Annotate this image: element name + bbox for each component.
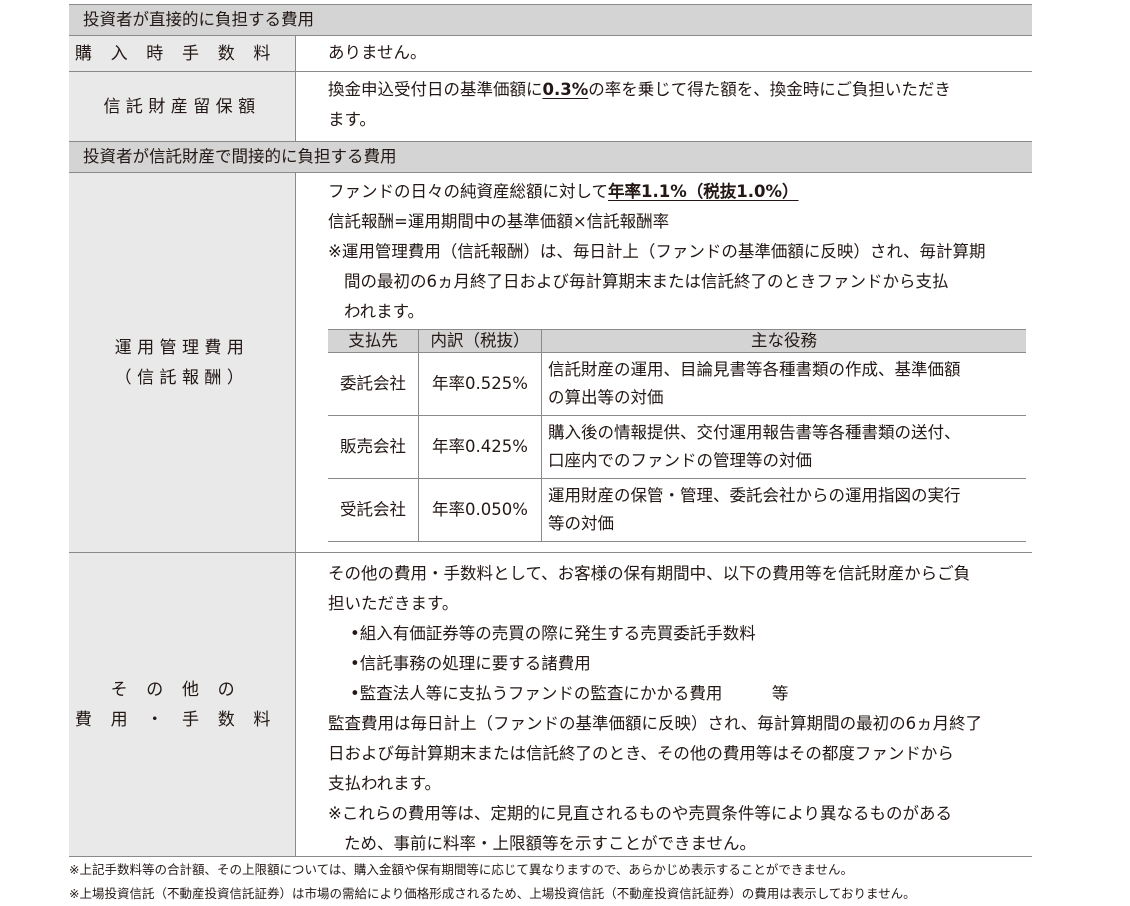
rate-cell: 年率0.050%	[418, 478, 542, 542]
row-other-fees: その他の 費用・手数料 その他の費用・手数料として、お客様の保有期間中、以下の費用…	[69, 553, 1032, 857]
label-other-fees: その他の 費用・手数料	[69, 553, 296, 856]
section-header-indirect: 投資者が信託財産で間接的に負担する費用	[69, 142, 1032, 173]
text-line: 監査費用は毎日計上（ファンドの基準価額に反映）され、毎計算期間の最初の6ヵ月終了	[328, 714, 983, 733]
label-management-fee: 運用管理費用 （信託報酬）	[69, 173, 296, 552]
note-line: ※運用管理費用（信託報酬）は、毎日計上（ファンドの基準価額に反映）され、毎計算期	[328, 242, 986, 261]
payee-cell: 委託会社	[328, 352, 419, 416]
fee-breakdown-table: 支払先 内訳（税抜） 主な役務 委託会社 年率0.525% 信託財産の運用、目論…	[328, 329, 1026, 542]
text-line: 支払われます。	[328, 774, 442, 793]
col-header-role: 主な役務	[541, 329, 1026, 353]
value-other-fees: その他の費用・手数料として、お客様の保有期間中、以下の費用等を信託財産からご負 …	[296, 553, 1032, 856]
list-item: •監査法人等に支払うファンドの監査にかかる費用 等	[350, 684, 789, 703]
text-line: 信託報酬=運用期間中の基準価額×信託報酬率	[328, 212, 670, 231]
text-line: 担いただきます。	[328, 594, 459, 613]
note-line: ※これらの費用等は、定期的に見直されるものや売買条件等により異なるものがある	[328, 804, 952, 823]
reserve-rate: 0.3%	[542, 80, 589, 99]
table-row: 受託会社 年率0.050% 運用財産の保管・管理、委託会社からの運用指図の実行等…	[328, 478, 1026, 542]
payee-cell: 受託会社	[328, 478, 419, 542]
note-line: ため、事前に料率・上限額等を示すことができません。	[344, 834, 757, 853]
row-management-fee: 運用管理費用 （信託報酬） ファンドの日々の純資産総額に対して年率1.1%（税抜1…	[69, 173, 1032, 553]
footnote: ※上記手数料等の合計額、その上限額については、購入金額や保有期間等に応じて異なり…	[69, 862, 853, 877]
row-trust-reserve: 信託財産留保額 換金申込受付日の基準価額に0.3%の率を乗じて得た額を、換金時に…	[69, 72, 1032, 142]
table-row: 委託会社 年率0.525% 信託財産の運用、目論見書等各種書類の作成、基準価額の…	[328, 352, 1026, 416]
role-cell: 運用財産の保管・管理、委託会社からの運用指図の実行 等の対価	[541, 478, 1026, 542]
text-line: ます。	[328, 110, 376, 129]
col-header-rate: 内訳（税抜）	[418, 329, 542, 353]
list-item: •組入有価証券等の売買の際に発生する売買委託手数料	[350, 624, 756, 643]
role-cell: 信託財産の運用、目論見書等各種書類の作成、基準価額 の算出等の対価	[541, 352, 1026, 416]
text-line: 換金申込受付日の基準価額に0.3%の率を乗じて得た額を、換金時にご負担いただき	[328, 80, 951, 99]
value-management-fee: ファンドの日々の純資産総額に対して年率1.1%（税抜1.0%） 信託報酬=運用期…	[296, 173, 1032, 552]
label-purchase-fee: 購入時手数料	[69, 36, 296, 71]
footnote: ※上場投資信託（不動産投資信託証券）は市場の需給により価格形成されるため、上場投…	[69, 886, 916, 901]
value-trust-reserve: 換金申込受付日の基準価額に0.3%の率を乗じて得た額を、換金時にご負担いただき …	[296, 72, 1032, 141]
rate-cell: 年率0.525%	[418, 352, 542, 416]
footnotes: ※上記手数料等の合計額、その上限額については、購入金額や保有期間等に応じて異なり…	[69, 858, 916, 906]
text-line: ありません。	[328, 43, 427, 62]
note-line: われます。	[344, 302, 425, 321]
value-purchase-fee: ありません。	[296, 36, 1032, 71]
section-header-direct: 投資者が直接的に負担する費用	[69, 4, 1032, 36]
text-line: 日および毎計算期末または信託終了のとき、その他の費用等はその都度ファンドから	[328, 744, 954, 763]
payee-cell: 販売会社	[328, 415, 419, 479]
role-cell: 購入後の情報提供、交付運用報告書等各種書類の送付、 口座内でのファンドの管理等の対…	[541, 415, 1026, 479]
text-line: その他の費用・手数料として、お客様の保有期間中、以下の費用等を信託財産からご負	[328, 564, 971, 583]
list-item: •信託事務の処理に要する諸費用	[350, 654, 591, 673]
label-trust-reserve: 信託財産留保額	[69, 72, 296, 141]
table-row: 販売会社 年率0.425% 購入後の情報提供、交付運用報告書等各種書類の送付、口…	[328, 415, 1026, 479]
table-header-row: 支払先 内訳（税抜） 主な役務	[328, 329, 1026, 353]
management-fee-rate: 年率1.1%（税抜1.0%）	[608, 182, 799, 201]
note-line: 間の最初の6ヵ月終了日および毎計算期末または信託終了のときファンドから支払	[344, 272, 949, 291]
text-line: ファンドの日々の純資産総額に対して年率1.1%（税抜1.0%）	[328, 182, 799, 201]
fee-table: 投資者が直接的に負担する費用 購入時手数料 ありません。 信託財産留保額 換金申…	[69, 4, 1032, 857]
row-purchase-fee: 購入時手数料 ありません。	[69, 36, 1032, 72]
rate-cell: 年率0.425%	[418, 415, 542, 479]
col-header-payee: 支払先	[328, 329, 419, 353]
